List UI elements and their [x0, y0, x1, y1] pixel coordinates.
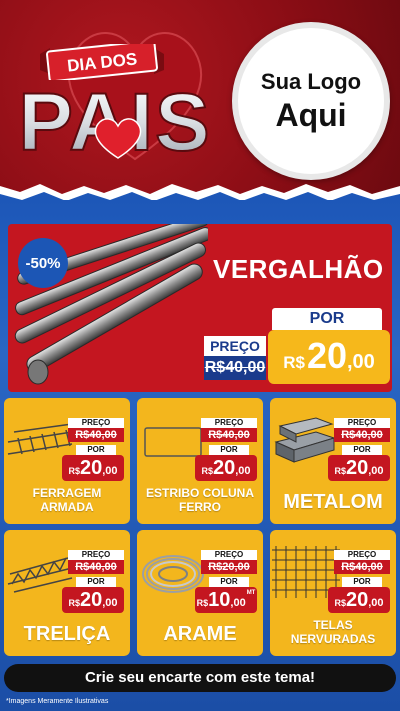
hero-price-cents: ,00: [346, 351, 375, 373]
new-price: R$ 20 ,00: [328, 587, 390, 613]
currency: R$: [334, 598, 346, 608]
product-card-estribo[interactable]: PREÇO R$40,00 POR R$ 20 ,00 ESTRIBO COLU…: [137, 398, 263, 524]
price-integer: 10: [208, 589, 231, 611]
preco-label: PREÇO: [201, 418, 257, 428]
price-integer: 20: [79, 457, 103, 479]
discount-badge: -50%: [18, 238, 68, 288]
old-price: R$40,00: [334, 428, 390, 442]
currency: R$: [68, 466, 80, 476]
price-badge: PREÇO R$40,00 POR R$ 20 ,00: [62, 418, 124, 481]
por-label: POR: [342, 577, 382, 587]
hero-price-integer: 20: [306, 335, 347, 376]
price-integer: 20: [345, 589, 369, 611]
price-badge: PREÇO R$40,00 POR R$ 20 ,00: [195, 418, 257, 481]
hero-new-price: R$ 20 ,00: [268, 330, 390, 384]
pais-headline: PAIS: [17, 76, 210, 166]
price-badge: PREÇO R$20,00 POR R$ 10 ,00 MT: [195, 550, 257, 613]
unit-label: MT: [246, 590, 256, 596]
price-cents: ,00: [235, 465, 251, 477]
logo-line1: Sua Logo: [260, 68, 362, 94]
preco-label: PREÇO: [68, 418, 124, 428]
hero-currency: R$: [283, 353, 305, 372]
price-cents: ,00: [230, 597, 246, 609]
por-label: POR: [76, 445, 116, 455]
price-badge: PREÇO R$40,00 POR R$ 20 ,00: [62, 550, 124, 613]
new-price: R$ 20 ,00: [195, 455, 257, 481]
product-card-ferragem[interactable]: PREÇO R$40,00 POR R$ 20 ,00 FERRAGEM ARM…: [4, 398, 130, 524]
price-integer: 20: [345, 457, 369, 479]
product-card-metalom[interactable]: PREÇO R$40,00 POR R$ 20 ,00 METALOM: [270, 398, 396, 524]
price-cents: ,00: [102, 597, 118, 609]
price-cents: ,00: [368, 465, 384, 477]
por-label: POR: [342, 445, 382, 455]
new-price: R$ 20 ,00: [62, 587, 124, 613]
currency: R$: [196, 598, 209, 608]
price-integer: 20: [212, 457, 236, 479]
preco-label: PREÇO: [201, 550, 257, 560]
product-card-trelica[interactable]: PREÇO R$40,00 POR R$ 20 ,00 TRELIÇA: [4, 530, 130, 656]
product-name: ARAME: [163, 623, 237, 645]
new-price: R$ 20 ,00: [328, 455, 390, 481]
hero-preco-label: PREÇO: [204, 336, 266, 356]
header: DIA DOS PAIS Sua Logo Aqui: [0, 0, 400, 195]
currency: R$: [68, 598, 80, 608]
old-price: R$40,00: [68, 560, 124, 574]
product-card-arame[interactable]: PREÇO R$20,00 POR R$ 10 ,00 MT ARAME: [137, 530, 263, 656]
product-name: TRELIÇA: [23, 623, 111, 645]
price-integer: 20: [79, 589, 103, 611]
price-badge: PREÇO R$40,00 POR R$ 20 ,00: [328, 550, 390, 613]
logo-placeholder: Sua Logo Aqui: [232, 22, 390, 180]
old-price: R$40,00: [68, 428, 124, 442]
product-name: FERRAGEM ARMADA: [32, 486, 102, 514]
old-price: R$20,00: [201, 560, 257, 574]
cta-banner[interactable]: Crie seu encarte com este tema!: [4, 664, 396, 692]
preco-label: PREÇO: [68, 550, 124, 560]
price-badge: PREÇO R$40,00 POR R$ 20 ,00: [328, 418, 390, 481]
product-card-telas[interactable]: PREÇO R$40,00 POR R$ 20 ,00 TELAS NERVUR…: [270, 530, 396, 656]
por-label: POR: [209, 577, 249, 587]
por-label: POR: [209, 445, 249, 455]
hero-old-price: R$40,00: [204, 356, 266, 380]
hero-por-label: POR: [272, 308, 382, 330]
new-price: R$ 20 ,00: [62, 455, 124, 481]
logo-line2: Aqui: [275, 96, 347, 133]
product-name: METALOM: [283, 491, 383, 513]
footnote: *Imagens Meramente Ilustrativas: [6, 698, 109, 705]
product-name: TELAS NERVURADAS: [290, 618, 376, 646]
hero-product-card[interactable]: -50% VERGALHÃO POR PREÇO R$40,00 R$ 20 ,…: [8, 224, 392, 392]
preco-label: PREÇO: [334, 418, 390, 428]
hero-product-title: VERGALHÃO: [213, 254, 384, 284]
currency: R$: [334, 466, 346, 476]
price-cents: ,00: [102, 465, 118, 477]
preco-label: PREÇO: [334, 550, 390, 560]
old-price: R$40,00: [201, 428, 257, 442]
por-label: POR: [76, 577, 116, 587]
price-cents: ,00: [368, 597, 384, 609]
old-price: R$40,00: [334, 560, 390, 574]
currency: R$: [201, 466, 213, 476]
product-name: ESTRIBO COLUNA FERRO: [146, 486, 254, 514]
new-price: R$ 10 ,00 MT: [195, 587, 257, 613]
